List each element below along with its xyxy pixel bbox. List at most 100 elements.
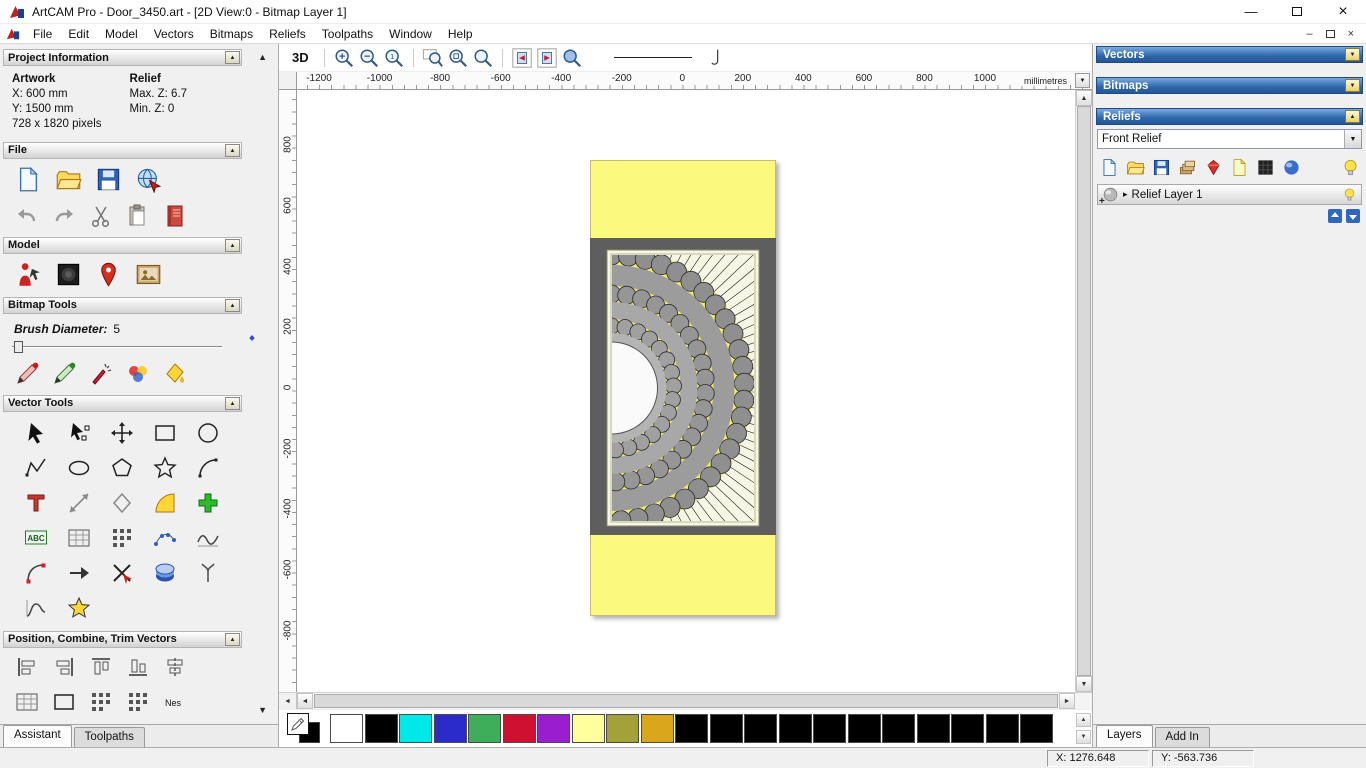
mini-copies-icon[interactable] — [126, 690, 150, 714]
vertical-scrollbar[interactable]: ▲ ▼ — [1075, 90, 1092, 692]
brush-diameter-slider[interactable] — [12, 339, 222, 355]
text-on-grid-icon[interactable] — [67, 526, 91, 550]
palette-swatch[interactable] — [365, 714, 398, 743]
zoom-window-icon[interactable] — [561, 47, 583, 69]
measure-icon[interactable] — [67, 491, 91, 515]
zoom-in-icon[interactable] — [333, 47, 355, 69]
palette-swatch[interactable] — [330, 714, 363, 743]
slice-vectors-icon[interactable] — [196, 561, 220, 585]
move-layer-down-button[interactable] — [1346, 209, 1360, 223]
palette-swatch[interactable] — [641, 714, 674, 743]
mdi-minimize-icon[interactable]: – — [1306, 28, 1312, 40]
create-arc-icon[interactable] — [196, 456, 220, 480]
scroll-left-icon[interactable]: ◄ — [297, 693, 313, 709]
layer-visibility-icon[interactable] — [1342, 187, 1357, 202]
palette-swatch[interactable] — [537, 714, 570, 743]
horizontal-scrollbar[interactable]: ◄ ► — [297, 693, 1075, 709]
menu-file[interactable]: File — [25, 25, 60, 43]
palette-swatch[interactable] — [572, 714, 605, 743]
palette-swatch[interactable] — [848, 714, 881, 743]
create-rectangle-icon[interactable] — [153, 421, 177, 445]
block-copy-icon[interactable] — [110, 526, 134, 550]
greyscale-relief-icon[interactable] — [1230, 158, 1249, 177]
trim-vectors-icon[interactable] — [67, 561, 91, 585]
cut-icon[interactable] — [89, 204, 113, 228]
menu-model[interactable]: Model — [97, 25, 146, 43]
palette-swatch[interactable] — [951, 714, 984, 743]
primary-colour-swatch[interactable] — [287, 713, 309, 735]
menu-reliefs[interactable]: Reliefs — [261, 25, 314, 43]
align-left-icon[interactable] — [15, 655, 39, 679]
palette-swatch[interactable] — [917, 714, 950, 743]
notes-icon[interactable] — [163, 204, 187, 228]
palette-swatch[interactable] — [710, 714, 743, 743]
wrap-vectors-icon[interactable] — [67, 596, 91, 620]
section-collapse-button[interactable]: ▲ — [225, 239, 240, 252]
extrude-icon[interactable] — [153, 561, 177, 585]
door-artwork[interactable] — [590, 160, 776, 616]
flood-fill-icon[interactable] — [163, 362, 187, 386]
redo-icon[interactable] — [52, 204, 76, 228]
relief-visibility-icon[interactable] — [1341, 158, 1360, 177]
page-left-button[interactable]: ◄ — [279, 693, 297, 709]
zoom-selection-icon[interactable] — [472, 47, 494, 69]
paste-vectors-icon[interactable] — [196, 491, 220, 515]
align-right-icon[interactable] — [52, 655, 76, 679]
menu-edit[interactable]: Edit — [60, 25, 97, 43]
relief-layer-item[interactable]: + ▸ Relief Layer 1 — [1097, 184, 1362, 205]
align-bottom-icon[interactable] — [126, 655, 150, 679]
scroll-up-icon[interactable]: ▲ — [1076, 90, 1092, 106]
set-model-position-icon[interactable] — [95, 261, 122, 288]
palette-swatch[interactable] — [1020, 714, 1053, 743]
load-bitmap-icon[interactable] — [135, 261, 162, 288]
spaced-copies-icon[interactable] — [89, 690, 113, 714]
palette-swatch[interactable] — [468, 714, 501, 743]
fillet-vectors-icon[interactable] — [153, 491, 177, 515]
section-collapse-button[interactable]: ▲ — [225, 51, 240, 64]
vectors-section-bar[interactable]: Vectors ▼ — [1096, 46, 1363, 63]
menu-toolpaths[interactable]: Toolpaths — [314, 25, 381, 43]
move-layer-up-button[interactable] — [1328, 209, 1342, 223]
paste-icon[interactable] — [126, 204, 150, 228]
new-model-icon[interactable] — [15, 166, 42, 193]
scroll-right-icon[interactable]: ► — [1059, 693, 1075, 709]
zoom-100-icon[interactable]: 1 — [383, 47, 405, 69]
primary-secondary-colour[interactable] — [287, 713, 325, 744]
reliefs-collapse-icon[interactable]: ▲ — [1345, 110, 1360, 123]
shape-editor-icon[interactable] — [1204, 158, 1223, 177]
import-model-icon[interactable] — [135, 166, 162, 193]
palette-down-icon[interactable]: ▼ — [1076, 730, 1091, 744]
maximize-button[interactable] — [1274, 0, 1320, 23]
tab-assistant[interactable]: Assistant — [3, 725, 72, 747]
panel-scroll-up-icon[interactable]: ▲ — [258, 53, 267, 62]
palette-scrollbar[interactable]: ▲ ▼ — [1076, 713, 1091, 744]
palette-swatch[interactable] — [434, 714, 467, 743]
ruler-unit-dropdown[interactable]: ▼ — [1075, 73, 1090, 88]
create-star-icon[interactable] — [153, 456, 177, 480]
cut-vectors-icon[interactable] — [110, 561, 134, 585]
vertical-scroll-thumb[interactable] — [1077, 106, 1091, 676]
palette-swatch[interactable] — [744, 714, 777, 743]
offset-vectors-icon[interactable] — [110, 491, 134, 515]
reliefs-section-bar[interactable]: Reliefs ▲ — [1096, 108, 1363, 125]
paste-in-position-icon[interactable] — [15, 690, 39, 714]
relief-stack-icon[interactable] — [1178, 158, 1197, 177]
menu-help[interactable]: Help — [440, 25, 481, 43]
menu-bitmaps[interactable]: Bitmaps — [202, 25, 261, 43]
menu-window[interactable]: Window — [381, 25, 440, 43]
panel-scroll-down-icon[interactable]: ▼ — [258, 706, 267, 715]
palette-swatch[interactable] — [399, 714, 432, 743]
texture-relief-icon[interactable] — [1256, 158, 1275, 177]
section-collapse-button[interactable]: ▲ — [225, 633, 240, 646]
sculpting-icon[interactable] — [1282, 158, 1301, 177]
scroll-down-icon[interactable]: ▼ — [1076, 676, 1092, 692]
mdi-restore-icon[interactable] — [1326, 30, 1335, 38]
transform-vectors-icon[interactable] — [110, 421, 134, 445]
3d-view-button[interactable]: 3D — [285, 48, 316, 67]
line-width-sample[interactable] — [614, 57, 692, 58]
tab-toolpaths[interactable]: Toolpaths — [74, 727, 145, 747]
align-centre-icon[interactable] — [163, 655, 187, 679]
bitmaps-expand-icon[interactable]: ▼ — [1345, 79, 1360, 92]
zoom-objects-icon[interactable] — [447, 47, 469, 69]
close-button[interactable]: × — [1320, 0, 1366, 23]
